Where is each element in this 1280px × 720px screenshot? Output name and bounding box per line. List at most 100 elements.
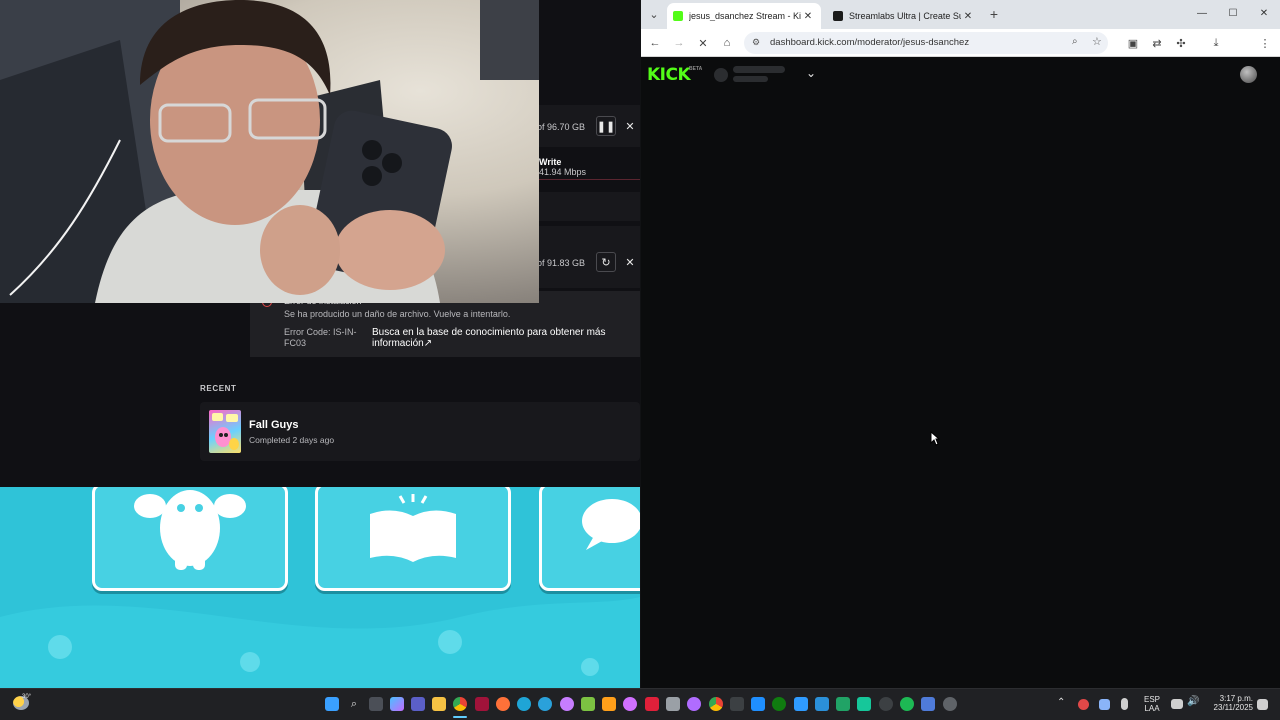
kick-header: KICK BETA ⌄ [641, 57, 1280, 91]
error-message: Se ha producido un daño de archivo. Vuel… [284, 309, 511, 319]
tab-title: Streamlabs Ultra | Create Subsc [849, 11, 961, 21]
volume-icon[interactable]: 🔊 [1187, 696, 1199, 707]
file-explorer-icon[interactable] [432, 697, 446, 711]
url-text[interactable]: dashboard.kick.com/moderator/jesus-dsanc… [770, 37, 969, 48]
mouse-cursor-icon [930, 431, 940, 446]
kick-favicon-icon [673, 11, 683, 21]
extension-icon[interactable]: ▣ [1125, 35, 1141, 51]
bean-character-icon [134, 490, 246, 570]
download-size: of 96.70 GB [537, 122, 586, 132]
webcam-overlay [0, 0, 539, 303]
knowledge-base-link[interactable]: Busca en la base de conocimiento para ob… [372, 327, 622, 349]
fall-guys-thumbnail [209, 410, 241, 453]
show-hidden-icons-chevron-icon[interactable]: ⌃ [1057, 697, 1065, 708]
download-icon[interactable]: ⤓ [1208, 35, 1224, 51]
fall-guys-tile-book[interactable] [315, 487, 511, 591]
close-tab-icon[interactable]: ✕ [801, 11, 815, 22]
maximize-button[interactable]: ☐ [1218, 4, 1248, 22]
stop-loading-icon[interactable]: ✕ [695, 35, 711, 51]
task-view-icon[interactable] [369, 697, 383, 711]
fall-guys-background [0, 487, 640, 688]
recent-item-status: Completed 2 days ago [249, 435, 335, 445]
error-code: Error Code: IS-IN-FC03 [284, 327, 357, 348]
input-language[interactable]: ESP LAA [1141, 695, 1163, 713]
close-tab-icon[interactable]: ✕ [961, 11, 975, 22]
download-size: of 91.83 GB [537, 258, 586, 268]
home-icon[interactable]: ⌂ [719, 35, 735, 51]
sync-icon[interactable] [1099, 699, 1110, 710]
channel-avatar-placeholder [714, 68, 728, 82]
write-stat: Write 41.94 Mbps [539, 157, 587, 177]
app-icon[interactable] [730, 697, 744, 711]
clock[interactable]: 3:17 p.m. 23/11/2025 [1203, 694, 1253, 712]
app-icon[interactable] [794, 697, 808, 711]
app-icon[interactable] [921, 697, 935, 711]
fall-guys-tile-speech[interactable] [539, 487, 640, 591]
teams-icon[interactable] [411, 697, 425, 711]
bookmark-star-icon[interactable]: ☆ [1092, 35, 1102, 48]
site-info-icon[interactable]: ⚙ [752, 37, 760, 48]
app-icon[interactable] [857, 697, 871, 711]
microphone-icon[interactable] [1121, 698, 1128, 710]
chrome-icon[interactable] [709, 697, 723, 711]
active-app-indicator [453, 716, 467, 718]
speech-bubble-icon [582, 499, 640, 550]
firefox-icon[interactable] [496, 697, 510, 711]
windows-start-icon[interactable] [325, 697, 339, 711]
channel-name-placeholder [733, 66, 785, 73]
channel-sub-placeholder [733, 76, 768, 82]
kick-logo[interactable]: KICK [647, 65, 691, 85]
weather-temp: 30° [22, 694, 32, 700]
back-arrow-icon[interactable]: ← [647, 35, 663, 51]
menu-dots-icon[interactable]: ⋮ [1257, 35, 1273, 51]
tab-kick-dashboard[interactable]: jesus_dsanchez Stream - Kick D ✕ [667, 3, 821, 29]
notifications-icon[interactable] [1257, 699, 1268, 710]
taskbar: 30° ⌕ ⌃ ESP LAA 🔊 3:17 p.m. 23/11/2025 [0, 688, 1280, 720]
tab-streamlabs[interactable]: Streamlabs Ultra | Create Subsc ✕ [827, 3, 981, 29]
copilot-icon[interactable] [390, 697, 404, 711]
forward-arrow-icon[interactable]: → [671, 35, 687, 51]
streamlabs-favicon-icon [833, 11, 843, 21]
xbox-icon[interactable] [772, 697, 786, 711]
chrome-icon[interactable] [453, 697, 467, 711]
translate-icon[interactable]: ⇄ [1149, 35, 1165, 51]
beta-badge: BETA [689, 66, 703, 72]
launcher-window: of 96.70 GB ❚❚ ✕ Write 41.94 Mbps of 91.… [0, 0, 640, 487]
app-icon[interactable] [623, 697, 637, 711]
app-icon[interactable] [602, 697, 616, 711]
retry-button[interactable]: ↻ [596, 252, 616, 272]
app-icon[interactable] [560, 697, 574, 711]
user-avatar[interactable] [1240, 66, 1257, 83]
search-icon[interactable]: ⌕ [347, 697, 361, 711]
app-icon[interactable] [943, 697, 957, 711]
tray-app-icon[interactable] [1078, 699, 1089, 710]
edge-icon[interactable] [517, 697, 531, 711]
spotify-icon[interactable] [900, 697, 914, 711]
app-icon[interactable] [581, 697, 595, 711]
app-icon[interactable] [751, 697, 765, 711]
close-window-button[interactable]: ✕ [1249, 4, 1279, 22]
pause-button[interactable]: ❚❚ [596, 116, 616, 136]
app-icon[interactable] [879, 697, 893, 711]
fall-guys-tile-character[interactable] [92, 487, 288, 591]
recent-heading: RECENT [200, 384, 237, 393]
tab-search-chevron-icon[interactable]: ⌄ [646, 6, 662, 22]
app-icon[interactable] [666, 697, 680, 711]
vscode-icon[interactable] [815, 697, 829, 711]
extensions-puzzle-icon[interactable]: ✣ [1173, 35, 1189, 51]
app-icon[interactable] [645, 697, 659, 711]
app-icon[interactable] [475, 697, 489, 711]
address-bar[interactable]: ⚙ dashboard.kick.com/moderator/jesus-dsa… [744, 32, 1108, 54]
app-icon[interactable] [687, 697, 701, 711]
new-tab-button[interactable]: + [986, 6, 1002, 22]
tab-title: jesus_dsanchez Stream - Kick D [689, 11, 801, 21]
app-icon[interactable] [836, 697, 850, 711]
zoom-icon[interactable]: ⌕ [1072, 36, 1078, 47]
close-icon[interactable]: ✕ [620, 252, 640, 272]
network-icon[interactable] [1171, 699, 1183, 709]
channel-chevron-down-icon[interactable]: ⌄ [806, 66, 816, 80]
telegram-icon[interactable] [538, 697, 552, 711]
close-icon[interactable]: ✕ [620, 116, 640, 136]
recent-item-fall-guys[interactable]: Fall Guys Completed 2 days ago [200, 402, 640, 461]
minimize-button[interactable]: — [1187, 4, 1217, 22]
